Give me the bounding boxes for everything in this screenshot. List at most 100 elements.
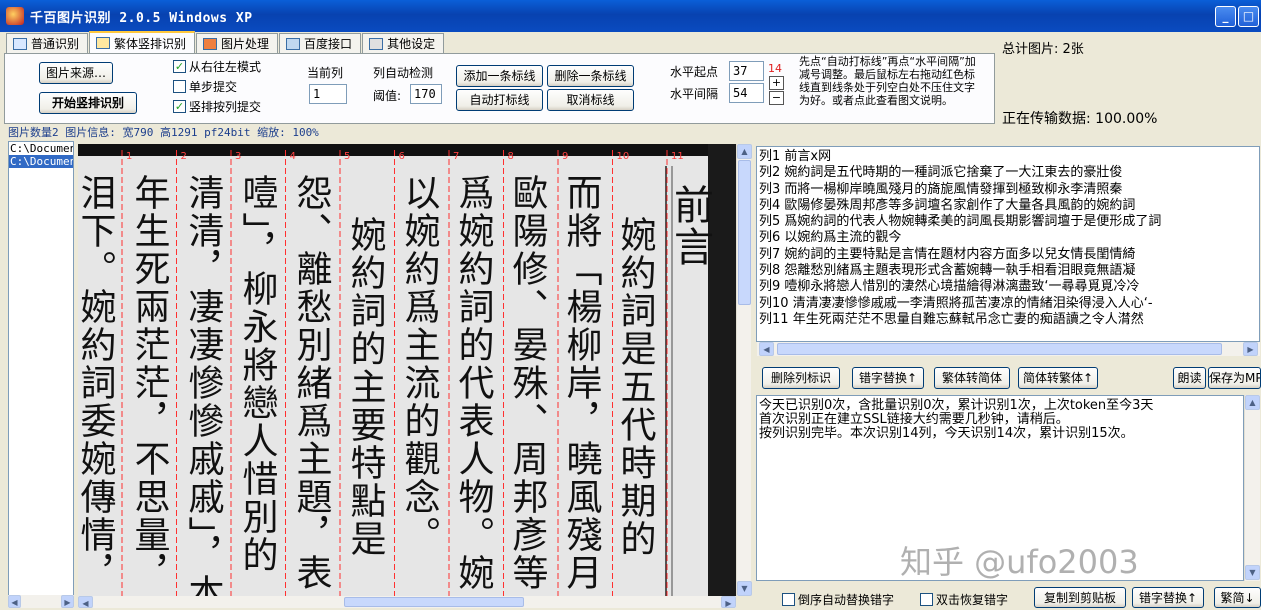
result-line: 列10 清清凄凄慘慘戚戚一李清照將孤苦凄凉的情緒泪染得浸入人心‘- xyxy=(759,296,1259,312)
add-line-button[interactable]: 添加一条标线 xyxy=(456,65,543,87)
scan-column-text: 泪下。婉約詞委婉傳情， xyxy=(78,174,117,592)
network-icon xyxy=(286,37,301,50)
scroll-right-icon[interactable]: ▶ xyxy=(721,596,736,608)
checkbox-checked: ✓ xyxy=(173,60,186,73)
cancel-line-button[interactable]: 取消标线 xyxy=(547,89,634,111)
column-number: 列6 xyxy=(759,230,781,246)
scroll-up-icon[interactable]: ▲ xyxy=(737,144,752,159)
result-line: 列3 而將一楊柳岸曉風殘月的旖旎風情發揮到極致柳永李清照秦 xyxy=(759,182,1259,198)
image-info: 图片数量2 图片信息: 宽790 高1291 pf24bit 缩放: 100% xyxy=(8,126,319,139)
maximize-button[interactable]: □ xyxy=(1238,6,1259,27)
increase-button[interactable]: + xyxy=(769,76,784,90)
h-start-red-value: 14 xyxy=(768,62,782,75)
scan-column-text: 前言 xyxy=(667,184,713,268)
column-text: 婉約詞的主要特點是言情在題材内容方面多以兒女情長閨情綺 xyxy=(784,246,1136,262)
h-gap-input[interactable]: 54 xyxy=(729,83,764,103)
checkbox-unchecked xyxy=(920,593,933,606)
checkbox-label: 从右往左模式 xyxy=(189,60,262,74)
tab-label: 繁体竖排识别 xyxy=(114,36,187,51)
tab-bar: 普通识别 繁体竖排识别 图片处理 百度接口 其他设定 xyxy=(6,31,445,53)
column-submit-checkbox[interactable]: ✓ 竖排按列提交 xyxy=(173,98,261,115)
start-vertical-button[interactable]: 开始竖排识别 xyxy=(39,92,137,114)
typo-replace-button[interactable]: 错字替换↑ xyxy=(852,367,924,389)
tab-baidu-api[interactable]: 百度接口 xyxy=(279,33,362,53)
result-text-area[interactable]: 列1 前言x网 列2 婉約詞是五代時期的一種詞派它捨棄了一大江東去的豪壯俊 列3 而… xyxy=(756,146,1260,342)
file-item[interactable]: C:\Documents xyxy=(9,142,73,155)
column-number: 列8 xyxy=(759,263,781,279)
scroll-thumb[interactable] xyxy=(738,160,751,305)
column-guide-number: 8 xyxy=(508,151,514,162)
minimize-button[interactable]: _ xyxy=(1215,6,1236,27)
copy-clipboard-button[interactable]: 复制到剪贴板 xyxy=(1034,587,1126,608)
h-gap-label: 水平间隔 xyxy=(670,87,719,101)
trad-to-simp-button[interactable]: 繁体转简体 xyxy=(934,367,1010,389)
step-checkbox[interactable]: 单步提交 xyxy=(173,78,237,95)
image-vscrollbar[interactable]: ▲ ▼ xyxy=(736,144,752,596)
column-guide-number: 4 xyxy=(290,151,296,162)
simp-to-trad-button[interactable]: 简体转繁体↑ xyxy=(1018,367,1098,389)
scroll-thumb[interactable] xyxy=(777,343,1222,355)
delete-column-id-button[interactable]: 删除列标识 xyxy=(762,367,840,389)
auto-detect-label: 列自动检测 xyxy=(373,66,434,80)
column-text: 清清凄凄慘慘戚戚一李清照將孤苦凄凉的情緒泪染得浸入人心‘- xyxy=(792,295,1153,311)
column-text: 前言x网 xyxy=(784,149,832,164)
result-line: 列1 前言x网 xyxy=(759,149,1259,165)
checkbox-label: 双击恢复错字 xyxy=(936,593,1009,607)
column-guide-number: 9 xyxy=(562,151,568,162)
tab-normal[interactable]: 普通识别 xyxy=(6,33,89,53)
scroll-thumb[interactable] xyxy=(344,597,524,607)
threshold-label: 阈值: xyxy=(373,89,402,103)
reverse-replace-checkbox[interactable]: 倒序自动替换错字 xyxy=(782,591,894,608)
scroll-down-icon[interactable]: ▼ xyxy=(1245,565,1260,580)
scroll-right-icon[interactable]: ▶ xyxy=(61,595,74,608)
threshold-input[interactable]: 170 xyxy=(410,84,442,104)
column-number: 列4 xyxy=(759,197,781,213)
column-text: 而將一楊柳岸曉風殘月的旖旎風情發揮到極致柳永李清照秦 xyxy=(784,181,1123,197)
image-hscrollbar[interactable]: ◀ ▶ xyxy=(78,596,736,608)
log-line: 今天已识别0次，含批量识别0次，累计识别1次，上次token至今3天 xyxy=(759,398,1154,413)
read-aloud-button[interactable]: 朗读 xyxy=(1173,367,1206,389)
settings-icon xyxy=(369,37,384,50)
hint-text[interactable]: 先点“自动打标线”再点“水平间隔”加减号调整。最后鼠标左右拖动红色标线直到线条处… xyxy=(799,55,985,107)
scroll-up-icon[interactable]: ▲ xyxy=(1245,395,1260,410)
current-col-input[interactable]: 1 xyxy=(309,84,347,104)
scroll-left-icon[interactable]: ◀ xyxy=(78,596,93,608)
scroll-right-icon[interactable]: ▶ xyxy=(1243,342,1258,356)
image-source-button[interactable]: 图片来源… xyxy=(39,62,113,84)
scan-column-text: 爲婉約詞的代表人物。婉 xyxy=(453,174,495,592)
result-hscrollbar[interactable]: ◀ ▶ xyxy=(757,342,1260,356)
tab-label: 普通识别 xyxy=(31,37,80,51)
scroll-left-icon[interactable]: ◀ xyxy=(8,595,21,608)
column-text: 以婉約爲主流的觀今 xyxy=(784,230,902,246)
result-line: 列4 歐陽修晏殊周邦彥等多詞壇名家創作了大量各具風韵的婉約詞 xyxy=(759,198,1259,214)
title-bar: 千百图片识别 2.0.5 Windows XP _ □ xyxy=(0,0,1261,32)
image-icon xyxy=(203,37,218,50)
scroll-down-icon[interactable]: ▼ xyxy=(737,581,752,596)
auto-line-button[interactable]: 自动打标线 xyxy=(456,89,543,111)
image-viewer[interactable]: 泪下。婉約詞委婉傳情， 年生死兩茫茫，不思量， 清清，凄凄慘慘戚戚」，本 噎」，柳永將… xyxy=(78,144,736,596)
column-number: 列11 xyxy=(759,311,789,327)
checkbox-unchecked xyxy=(173,80,186,93)
rtl-checkbox[interactable]: ✓ 从右往左模式 xyxy=(173,58,261,75)
h-start-input[interactable]: 37 xyxy=(729,61,764,81)
column-guide-number: 10 xyxy=(617,151,630,162)
tool-panel: 图片来源… 开始竖排识别 ✓ 从右往左模式 单步提交 ✓ 竖排按列提交 当前列 1 … xyxy=(4,53,995,124)
delete-line-button[interactable]: 删除一条标线 xyxy=(547,65,634,87)
save-mp-button[interactable]: 保存为MP xyxy=(1208,367,1261,389)
file-list-scrollbar[interactable]: ◀ ▶ xyxy=(8,595,74,608)
scroll-left-icon[interactable]: ◀ xyxy=(759,342,774,356)
decrease-button[interactable]: − xyxy=(769,91,784,105)
file-item-selected[interactable]: C:\Documents xyxy=(9,155,73,168)
tab-vertical[interactable]: 繁体竖排识别 xyxy=(89,31,196,53)
tab-other-settings[interactable]: 其他设定 xyxy=(362,33,445,53)
checkbox-checked: ✓ xyxy=(173,100,186,113)
tab-image-process[interactable]: 图片处理 xyxy=(196,33,279,53)
file-list: C:\Documents C:\Documents xyxy=(8,141,74,597)
typo-replace-bottom-button[interactable]: 错字替换↑ xyxy=(1132,587,1204,608)
trad-simp-button[interactable]: 繁简↓ xyxy=(1214,587,1261,608)
result-line: 列6 以婉約爲主流的觀今 xyxy=(759,230,1259,246)
dblclick-restore-checkbox[interactable]: 双击恢复错字 xyxy=(920,591,1008,608)
log-vscrollbar[interactable]: ▲ ▼ xyxy=(1244,395,1260,581)
scan-column-text: 婉約詞的主要特點是 xyxy=(345,216,386,558)
column-text: 婉約詞是五代時期的一種詞派它捨棄了一大江東去的豪壯俊 xyxy=(784,165,1123,181)
